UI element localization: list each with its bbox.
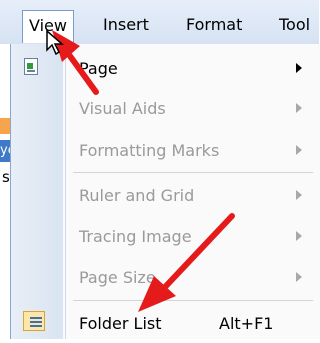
- menu-item-label: Ruler and Grid: [79, 186, 195, 205]
- background-text-fragment: s: [2, 168, 10, 186]
- mouse-cursor-icon: [46, 30, 64, 56]
- menu-item-label: Tracing Image: [79, 227, 192, 246]
- submenu-arrow-icon: [296, 63, 302, 73]
- view-dropdown-menu: Page Visual Aids Formatting Marks Ruler …: [10, 44, 320, 339]
- menu-separator: [73, 172, 313, 173]
- menu-item-ruler-and-grid[interactable]: Ruler and Grid: [11, 175, 320, 215]
- submenu-arrow-icon: [296, 145, 302, 155]
- menu-item-folder-list[interactable]: Folder List Alt+F1: [11, 303, 320, 343]
- menu-tools-label: Tool: [279, 15, 311, 34]
- menu-item-page-size[interactable]: Page Size: [11, 257, 320, 297]
- folder-list-icon: [23, 311, 45, 331]
- menu-format[interactable]: Format: [186, 14, 242, 36]
- menu-separator: [73, 300, 313, 301]
- menu-format-label: Format: [186, 15, 243, 34]
- menu-item-formatting-marks[interactable]: Formatting Marks: [11, 130, 320, 170]
- menu-item-tracing-image[interactable]: Tracing Image: [11, 216, 320, 256]
- submenu-arrow-icon: [296, 231, 302, 241]
- menu-item-label: Folder List: [79, 314, 162, 333]
- submenu-arrow-icon: [296, 103, 302, 113]
- menu-insert[interactable]: Insert: [103, 14, 149, 36]
- menu-item-label: Formatting Marks: [79, 141, 220, 160]
- menu-insert-label: Insert: [103, 15, 149, 34]
- menu-item-label: Page: [79, 59, 118, 78]
- menu-item-visual-aids[interactable]: Visual Aids: [11, 88, 320, 128]
- submenu-arrow-icon: [296, 190, 302, 200]
- background-orange-bar: [0, 118, 10, 134]
- menu-item-label: Visual Aids: [79, 99, 166, 118]
- submenu-arrow-icon: [296, 272, 302, 282]
- menu-item-label: Page Size: [79, 268, 156, 287]
- page-icon: [24, 58, 38, 75]
- menu-tools[interactable]: Tool: [279, 14, 310, 36]
- menu-item-shortcut: Alt+F1: [219, 314, 274, 333]
- background-window-edge: [0, 44, 10, 339]
- background-blue-bar: ye: [0, 140, 16, 162]
